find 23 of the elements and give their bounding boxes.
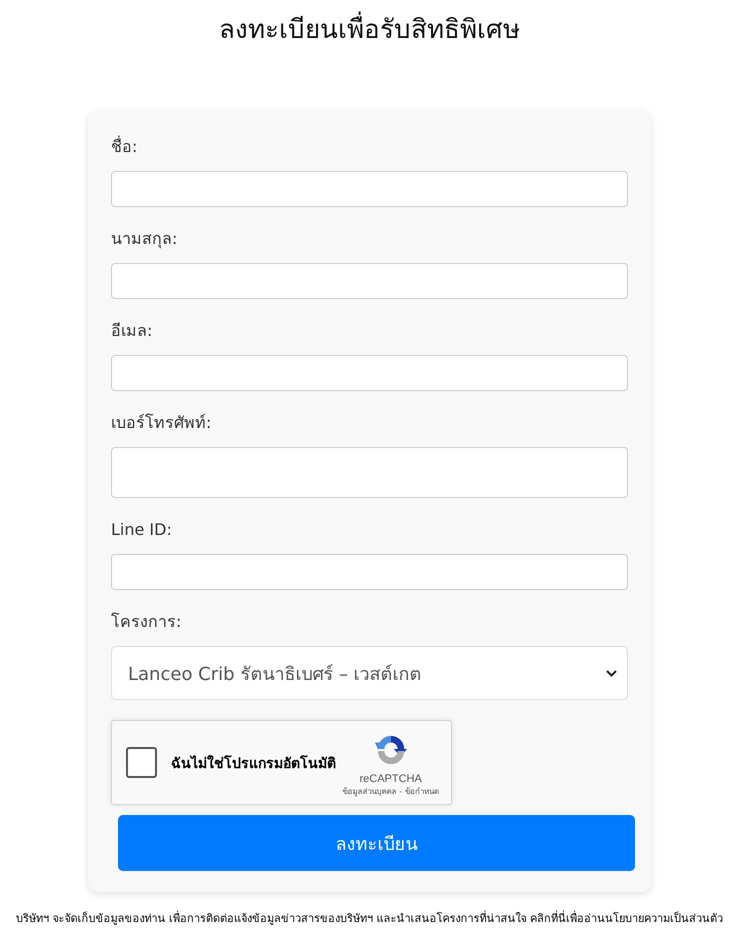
page-title: ลงทะเบียนเพื่อรับสิทธิพิเศษ (219, 11, 520, 49)
text-input-field[interactable] (111, 554, 628, 590)
text-input-field[interactable] (111, 355, 628, 391)
captcha-link[interactable]: ข้อกำหนด (405, 786, 439, 798)
chevron-down-icon (606, 670, 617, 676)
project-select[interactable]: Lanceo Crib รัตนาธิเบศร์ – เวสต์เกต (111, 646, 628, 700)
field-label: ชื่อ: (111, 135, 138, 158)
register-button[interactable]: ลงทะเบียน (118, 815, 635, 871)
phone-input-field[interactable] (111, 447, 628, 498)
captcha-link[interactable]: ข้อมูลส่วนบุคคล (342, 786, 396, 798)
text-input-field[interactable] (111, 263, 628, 299)
field-label: เบอร์โทรศัพท์: (111, 412, 212, 434)
captcha-label: ฉันไม่ใช่โปรแกรมอัตโนมัติ (171, 754, 337, 772)
captcha-brand: reCAPTCHA (359, 772, 422, 786)
field-label: นามสกุล: (111, 228, 178, 250)
field-label: โครงการ: (111, 611, 182, 633)
captcha-checkbox[interactable] (126, 747, 157, 778)
link-separator: - (399, 786, 402, 798)
circular-arrows-icon (374, 733, 408, 767)
text-input-field[interactable] (111, 171, 628, 207)
privacy-notice: บริษัทฯ จะจัดเก็บข้อมูลของท่าน เพื่อการติดต่อแจ้งข้อมูลข่าวสารของบริษัทฯ และนำเสนอโครงการที่น่าสนใจ คลิกที่นี่เพื่ออ่านนโยบายความเป็นส่วนตัว (16, 910, 723, 927)
field-label: Line ID: (111, 519, 172, 541)
field-label: อีเมล: (111, 320, 152, 342)
